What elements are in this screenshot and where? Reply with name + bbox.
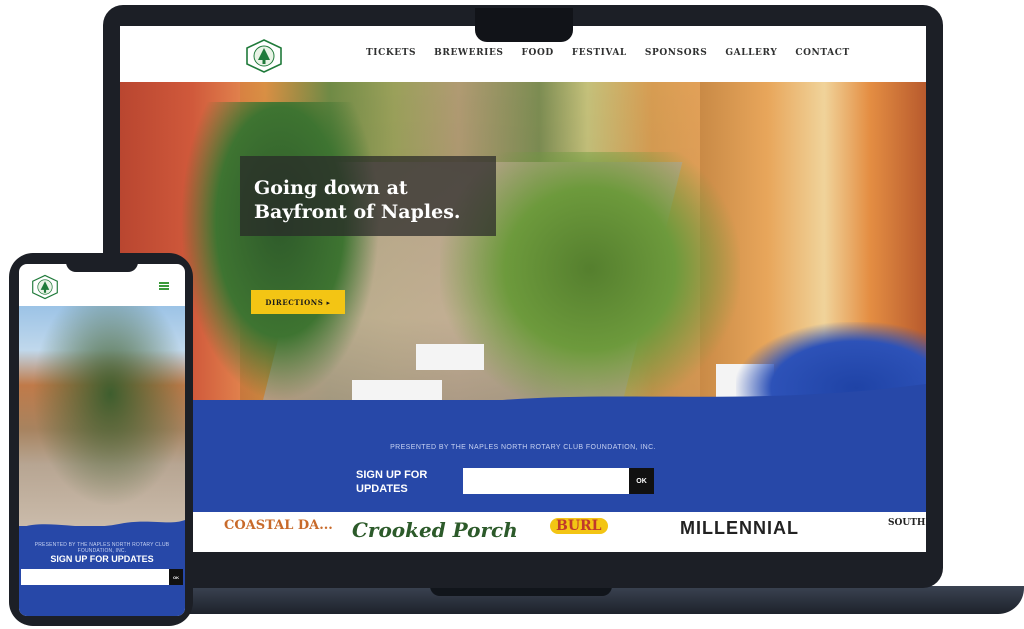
desktop-website: TICKETS BREWERIES FOOD FESTIVAL SPONSORS… [120, 26, 926, 552]
main-nav: TICKETS BREWERIES FOOD FESTIVAL SPONSORS… [366, 48, 868, 58]
sponsor-logo[interactable]: SOUTHERN [888, 518, 926, 528]
laptop-camera-notch [475, 8, 573, 42]
directions-button[interactable]: DIRECTIONS ▸ [251, 290, 345, 314]
presented-by-text: PRESENTED BY THE NAPLES NORTH ROTARY CLU… [34, 542, 170, 554]
nav-sponsors[interactable]: SPONSORS [645, 48, 707, 58]
signup-label: SIGN UP FOR UPDATES [356, 469, 428, 495]
nav-tickets[interactable]: TICKETS [366, 48, 416, 58]
nav-contact[interactable]: CONTACT [795, 48, 849, 58]
hamburger-menu-icon[interactable] [159, 282, 169, 290]
email-field[interactable] [463, 468, 629, 494]
hero-title: Going down at Bayfront of Naples. [254, 177, 461, 223]
signup-label: SIGN UP FOR UPDATES [50, 554, 154, 564]
ok-button[interactable]: OK [629, 468, 654, 494]
sponsor-logos: COASTAL DA... Crooked Porch BURL MILLENN… [120, 512, 926, 552]
nav-festival[interactable]: FESTIVAL [572, 48, 627, 58]
sponsor-logo[interactable]: MILLENNIAL [680, 518, 799, 539]
naples-logo-icon[interactable] [29, 274, 61, 300]
mobile-hero-image [19, 306, 185, 526]
mobile-website: PRESENTED BY THE NAPLES NORTH ROTARY CLU… [19, 264, 185, 616]
ok-button[interactable]: OK [169, 569, 183, 585]
nav-gallery[interactable]: GALLERY [725, 48, 777, 58]
phone-notch [66, 254, 138, 272]
hero-palm-trees [180, 102, 380, 402]
email-field[interactable] [21, 569, 169, 585]
sponsor-logo[interactable]: Crooked Porch [352, 518, 518, 542]
newsletter-section [120, 400, 926, 512]
presented-by-text: PRESENTED BY THE NAPLES NORTH ROTARY CLU… [390, 444, 656, 451]
nav-food[interactable]: FOOD [522, 48, 554, 58]
sponsor-logo[interactable]: COASTAL DA... [224, 518, 333, 533]
hero-tent [416, 344, 484, 370]
naples-logo-icon[interactable] [244, 38, 284, 74]
sponsor-logo[interactable]: BURL [550, 518, 608, 534]
nav-breweries[interactable]: BREWERIES [434, 48, 503, 58]
hero-image [120, 82, 926, 412]
